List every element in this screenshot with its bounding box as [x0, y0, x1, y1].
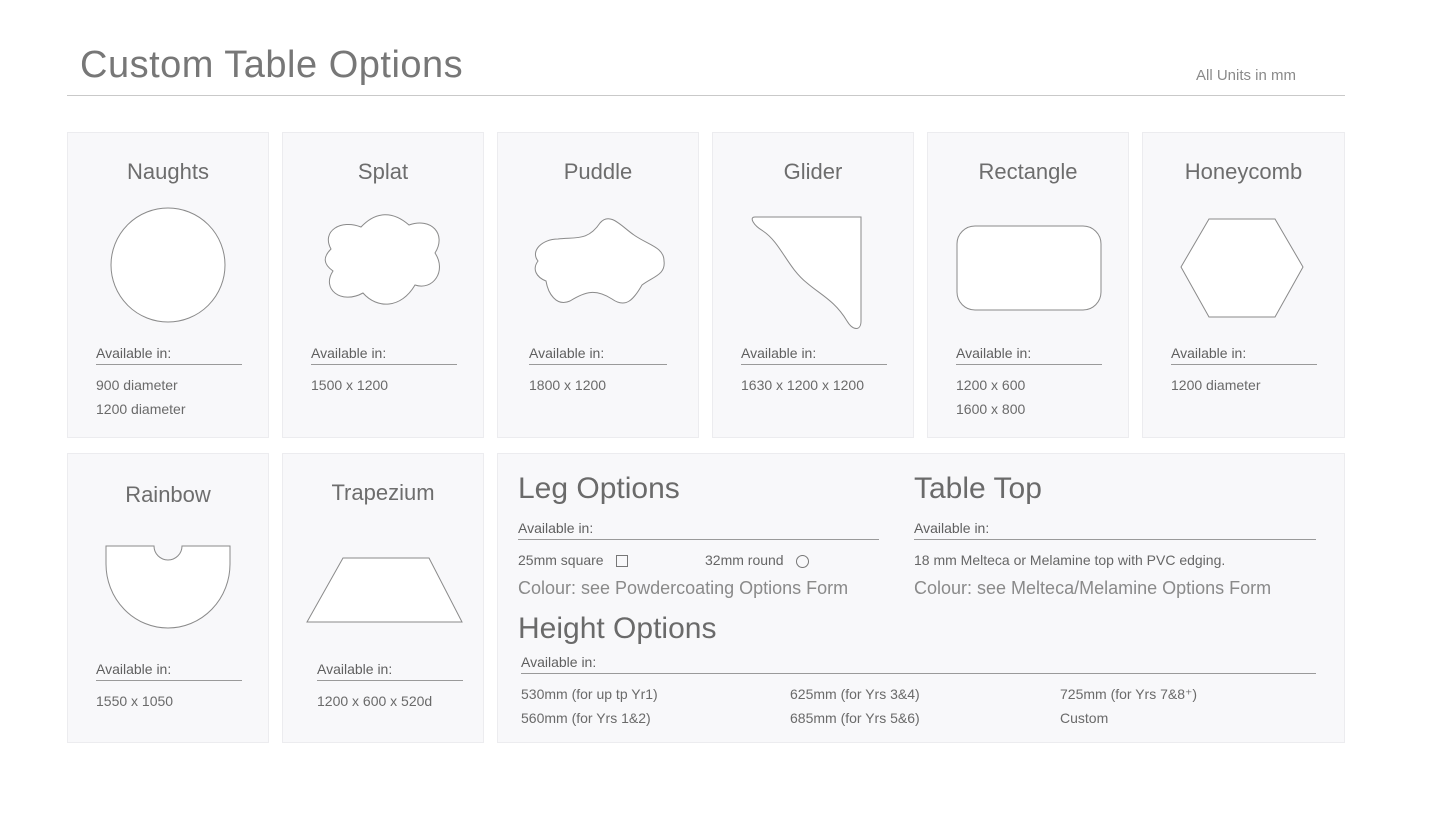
size-item: 1200 x 600 [956, 377, 1026, 393]
table-name: Honeycomb [1184, 159, 1303, 184]
puddle-shape-icon [534, 218, 665, 304]
available-label: Available in: [518, 520, 879, 540]
leg-square-option: 25mm square [518, 552, 628, 568]
leg-colour-note: Colour: see Powdercoating Options Form [518, 578, 849, 598]
height-item: 560mm (for Yrs 1&2) [521, 710, 651, 726]
height-item: 625mm (for Yrs 3&4) [790, 686, 920, 702]
circle-shape-icon [110, 207, 226, 323]
leg-square-label: 25mm square [518, 552, 604, 568]
circle-icon [795, 554, 809, 568]
glider-shape-icon [751, 216, 862, 329]
size-item: 1200 diameter [96, 401, 186, 417]
table-top-description: 18 mm Melteca or Melamine top with PVC e… [914, 552, 1226, 568]
table-card-rainbow: Rainbow Available in: 1550 x 1050 [67, 453, 269, 743]
available-label: Available in: [96, 345, 242, 365]
available-label: Available in: [741, 345, 887, 365]
size-item: 1200 diameter [1171, 377, 1261, 393]
rectangle-shape-icon [956, 225, 1102, 311]
table-name: Glider [783, 159, 843, 184]
available-label: Available in: [521, 654, 1316, 674]
size-item: 1630 x 1200 x 1200 [741, 377, 864, 393]
rainbow-shape-icon [105, 545, 231, 629]
available-label: Available in: [1171, 345, 1317, 365]
available-label: Available in: [96, 661, 242, 681]
table-card-naughts: Naughts Available in: 900 diameter 1200 … [67, 132, 269, 438]
height-options-title: Height Options [518, 612, 717, 645]
table-card-glider: Glider Available in: 1630 x 1200 x 1200 [712, 132, 914, 438]
table-name: Splat [357, 159, 409, 184]
splat-shape-icon [324, 214, 440, 305]
table-name: Rectangle [978, 159, 1078, 184]
square-icon [615, 555, 628, 568]
height-item: Custom [1060, 710, 1109, 726]
trapezium-shape-icon [306, 557, 463, 623]
height-item: 530mm (for up tp Yr1) [521, 686, 658, 702]
height-item: 725mm (for Yrs 7&8⁺) [1060, 686, 1198, 702]
options-panel: Leg Options Available in: 25mm square 32… [497, 453, 1345, 743]
size-item: 1800 x 1200 [529, 377, 607, 393]
available-label: Available in: [311, 345, 457, 365]
height-item: 685mm (for Yrs 5&6) [790, 710, 920, 726]
leg-round-option: 32mm round [705, 552, 809, 568]
leg-round-label: 32mm round [705, 552, 784, 568]
header-divider [67, 95, 1345, 96]
size-item: 1600 x 800 [956, 401, 1026, 417]
table-card-honeycomb: Honeycomb Available in: 1200 diameter [1142, 132, 1345, 438]
available-label: Available in: [956, 345, 1102, 365]
table-card-puddle: Puddle Available in: 1800 x 1200 [497, 132, 699, 438]
units-note: All Units in mm [1196, 67, 1297, 84]
table-name: Puddle [563, 159, 633, 184]
table-name: Naughts [127, 159, 209, 184]
size-item: 900 diameter [96, 377, 178, 393]
leg-options-title: Leg Options [518, 472, 680, 505]
hexagon-shape-icon [1180, 218, 1304, 318]
available-label: Available in: [317, 661, 463, 681]
page-title: Custom Table Options [80, 44, 464, 86]
table-card-rectangle: Rectangle Available in: 1200 x 600 1600 … [927, 132, 1129, 438]
available-label: Available in: [914, 520, 1316, 540]
table-card-trapezium: Trapezium Available in: 1200 x 600 x 520… [282, 453, 484, 743]
table-name: Trapezium [331, 480, 435, 505]
table-top-colour-note: Colour: see Melteca/Melamine Options For… [914, 578, 1272, 598]
table-top-title: Table Top [914, 472, 1042, 505]
size-item: 1500 x 1200 [311, 377, 389, 393]
available-label: Available in: [529, 345, 667, 365]
size-item: 1550 x 1050 [96, 693, 174, 709]
size-item: 1200 x 600 x 520d [317, 693, 433, 709]
table-card-splat: Splat Available in: 1500 x 1200 [282, 132, 484, 438]
table-name: Rainbow [125, 482, 211, 507]
